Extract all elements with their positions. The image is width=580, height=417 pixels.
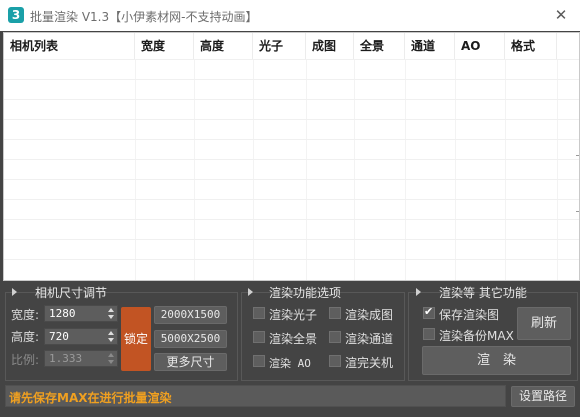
expand-arrow-icon[interactable] bbox=[12, 288, 17, 296]
refresh-button[interactable]: 刷新 bbox=[517, 307, 571, 340]
column-header-ao[interactable]: AO bbox=[455, 33, 505, 59]
save-render-label[interactable]: 保存渲染图 bbox=[439, 306, 499, 323]
preset-5000x2500-button[interactable]: 5000X2500 bbox=[154, 330, 227, 348]
render-panorama-label[interactable]: 渲染全景 bbox=[269, 330, 317, 347]
render-final-label[interactable]: 渲染成图 bbox=[345, 306, 393, 323]
save-render-checkbox[interactable] bbox=[423, 305, 435, 319]
column-header-camera-list[interactable]: 相机列表 bbox=[4, 33, 135, 59]
width-label: 宽度: bbox=[11, 308, 40, 322]
grid-line bbox=[505, 59, 506, 280]
camera-size-title: 相机尺寸调节 bbox=[35, 286, 108, 300]
table-header: 相机列表 宽度 高度 光子 成图 全景 通道 AO 格式 bbox=[4, 33, 579, 59]
app-3dsmax-icon: 3 bbox=[8, 7, 24, 23]
preset-2000x1500-button[interactable]: 2000X1500 bbox=[154, 306, 227, 324]
height-label: 高度: bbox=[11, 330, 40, 344]
expand-arrow-icon[interactable] bbox=[416, 288, 421, 296]
backup-max-label[interactable]: 渲染备份MAX bbox=[439, 327, 514, 344]
grid-line bbox=[4, 59, 579, 60]
grid-line bbox=[253, 59, 254, 280]
grid-line bbox=[4, 259, 579, 260]
render-channel-label[interactable]: 渲染通道 bbox=[345, 330, 393, 347]
render-channel-checkbox[interactable] bbox=[329, 331, 341, 343]
grid-line bbox=[405, 59, 406, 280]
grid-line bbox=[4, 99, 579, 100]
ratio-label: 比例: bbox=[11, 353, 40, 367]
ratio-value: 1.333 bbox=[49, 352, 83, 365]
render-ao-checkbox[interactable] bbox=[253, 355, 265, 367]
column-header-height[interactable]: 高度 bbox=[194, 33, 253, 59]
ratio-spinner: 1.333 bbox=[44, 350, 118, 367]
grid-line bbox=[4, 139, 579, 140]
column-header-channel[interactable]: 通道 bbox=[405, 33, 455, 59]
column-header-final-image[interactable]: 成图 bbox=[306, 33, 354, 59]
render-ao-label[interactable]: 渲染 AO bbox=[269, 355, 311, 371]
width-spinner[interactable]: 1280 bbox=[44, 305, 118, 322]
control-panel: 相机尺寸调节 宽度: 1280 高度: 720 比例: 1.333 锁定 200… bbox=[3, 283, 580, 383]
backup-max-checkbox[interactable] bbox=[423, 328, 435, 340]
grid-line bbox=[4, 199, 579, 200]
grid-line bbox=[4, 179, 579, 180]
scroll-mark bbox=[576, 155, 579, 156]
render-photon-label[interactable]: 渲染光子 bbox=[269, 306, 317, 323]
scroll-mark bbox=[576, 211, 579, 212]
close-button[interactable]: ✕ bbox=[550, 4, 572, 26]
grid-line bbox=[4, 119, 579, 120]
render-panorama-checkbox[interactable] bbox=[253, 331, 265, 343]
column-header-width[interactable]: 宽度 bbox=[135, 33, 194, 59]
grid-line bbox=[135, 59, 136, 280]
shutdown-after-render-label[interactable]: 渲完关机 bbox=[345, 354, 393, 371]
lock-button[interactable]: 锁定 bbox=[121, 307, 151, 371]
grid-line bbox=[4, 239, 579, 240]
other-functions-title: 渲染等 其它功能 bbox=[439, 286, 527, 300]
expand-arrow-icon[interactable] bbox=[248, 288, 253, 296]
grid-line bbox=[455, 59, 456, 280]
shutdown-after-render-checkbox[interactable] bbox=[329, 355, 341, 367]
render-options-title: 渲染功能选项 bbox=[269, 286, 342, 300]
width-value: 1280 bbox=[49, 307, 76, 320]
status-message-field: 请先保存MAX在进行批量渲染 bbox=[5, 385, 506, 407]
grid-line bbox=[306, 59, 307, 280]
render-button[interactable]: 渲 染 bbox=[422, 346, 571, 375]
column-header-format[interactable]: 格式 bbox=[505, 33, 557, 59]
camera-table[interactable]: 相机列表 宽度 高度 光子 成图 全景 通道 AO 格式 bbox=[3, 32, 580, 281]
height-value: 720 bbox=[49, 330, 69, 343]
spinner-arrows-icon bbox=[108, 353, 114, 364]
status-message: 请先保存MAX在进行批量渲染 bbox=[9, 391, 172, 405]
column-header-photon[interactable]: 光子 bbox=[253, 33, 306, 59]
grid-line bbox=[194, 59, 195, 280]
spinner-arrows-icon[interactable] bbox=[108, 331, 114, 342]
set-path-button[interactable]: 设置路径 bbox=[511, 386, 575, 407]
grid-line bbox=[4, 159, 579, 160]
height-spinner[interactable]: 720 bbox=[44, 328, 118, 345]
title-bar: 3 批量渲染 V1.3【小伊素材网-不支持动画】 ✕ bbox=[0, 0, 580, 31]
render-photon-checkbox[interactable] bbox=[253, 307, 265, 319]
grid-line bbox=[354, 59, 355, 280]
column-header-panorama[interactable]: 全景 bbox=[354, 33, 405, 59]
spinner-arrows-icon[interactable] bbox=[108, 308, 114, 319]
grid-line bbox=[557, 59, 558, 280]
more-sizes-button[interactable]: 更多尺寸 bbox=[154, 353, 227, 371]
render-final-checkbox[interactable] bbox=[329, 307, 341, 319]
grid-line bbox=[4, 219, 579, 220]
window-title: 批量渲染 V1.3【小伊素材网-不支持动画】 bbox=[30, 10, 258, 24]
grid-line bbox=[4, 79, 579, 80]
